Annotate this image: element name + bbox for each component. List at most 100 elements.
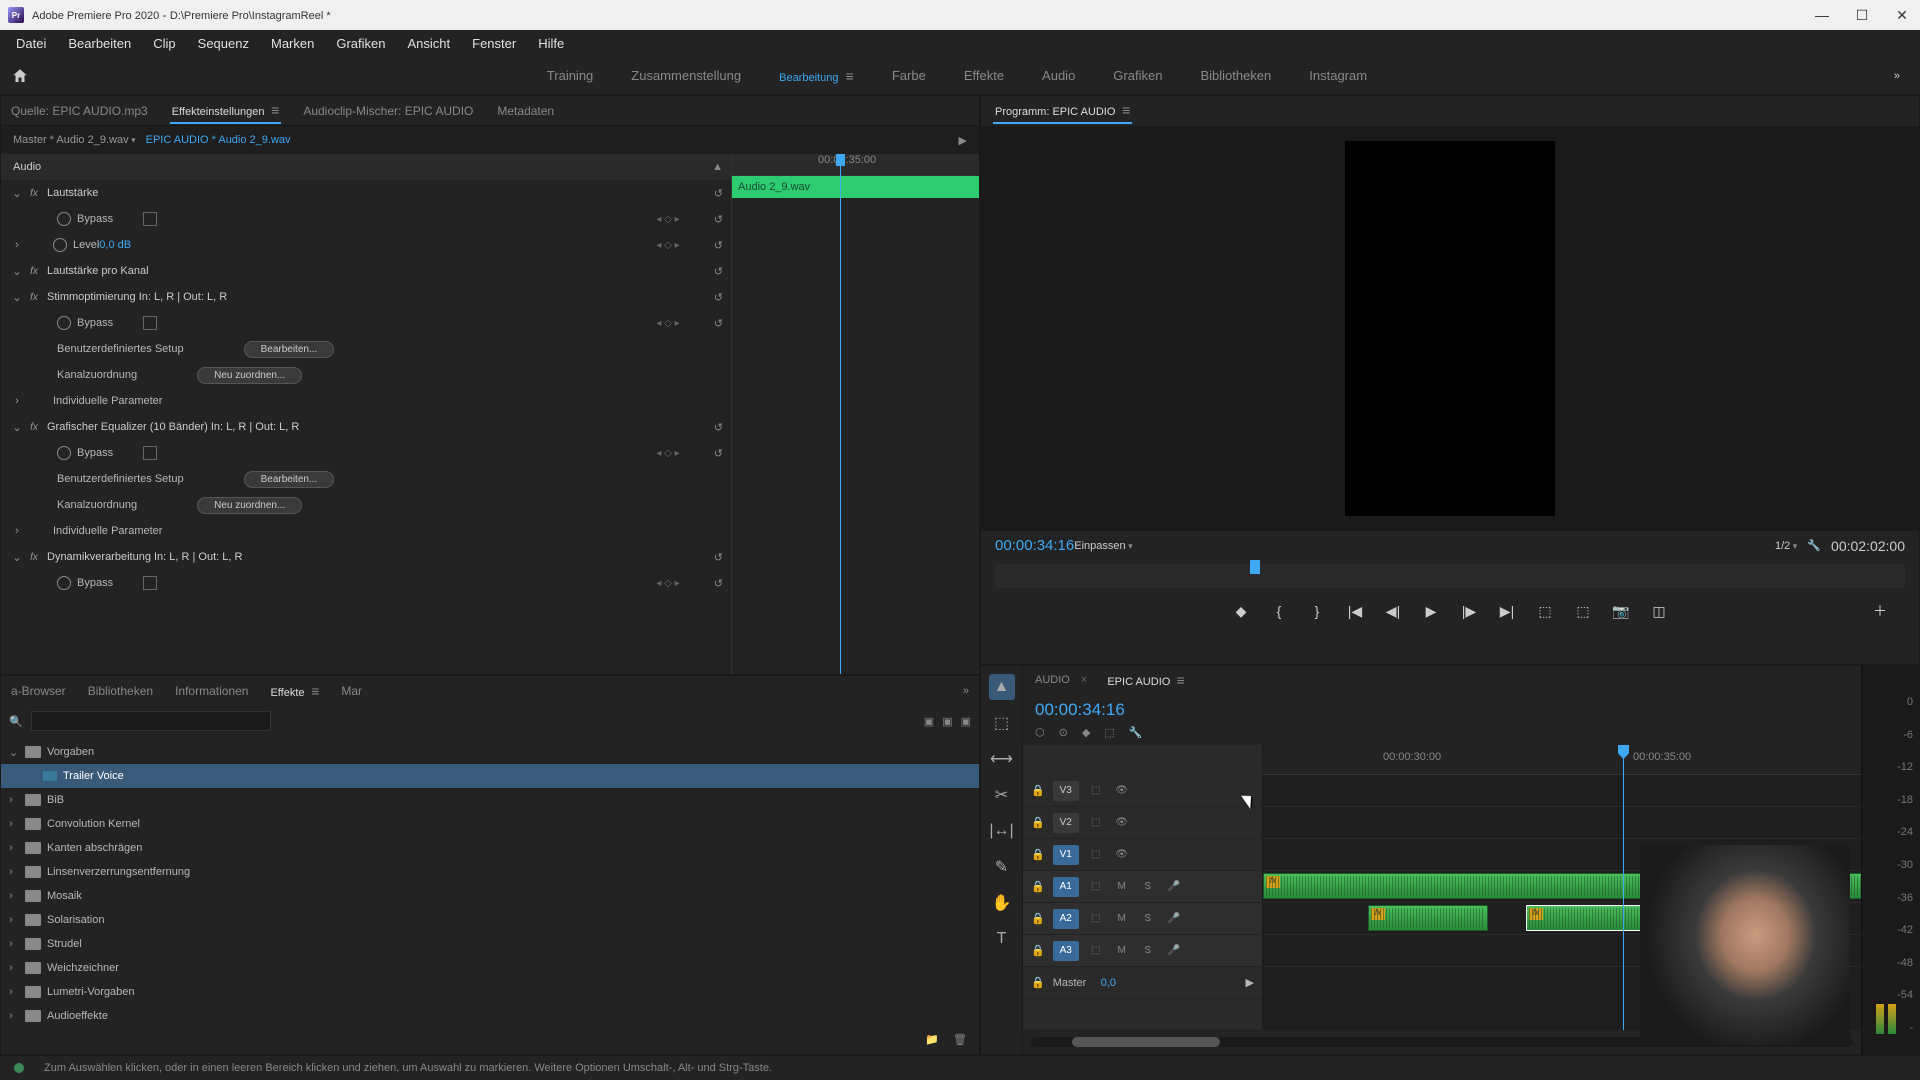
go-to-out-icon[interactable]: ▶| bbox=[1496, 600, 1518, 622]
fx-badge-icon[interactable]: fx bbox=[25, 552, 43, 563]
effect-group[interactable]: ⌄fxStimmoptimierung In: L, R | Out: L, R… bbox=[1, 284, 731, 310]
scrubber-playhead[interactable] bbox=[1250, 560, 1260, 574]
keyframe-nav[interactable]: ◂ ◇ ▸ bbox=[643, 318, 693, 329]
tree-item[interactable]: Trailer Voice bbox=[1, 764, 979, 788]
tab-program[interactable]: Programm: EPIC AUDIO ≡ bbox=[993, 98, 1132, 124]
workspace-instagram[interactable]: Instagram bbox=[1305, 60, 1371, 92]
fx-badge-icon[interactable]: fx bbox=[25, 266, 43, 277]
tree-item[interactable]: ›Strudel bbox=[1, 932, 979, 956]
twisty-icon[interactable]: › bbox=[9, 866, 25, 878]
bypass-checkbox[interactable] bbox=[143, 446, 157, 460]
workspace-training[interactable]: Training bbox=[543, 60, 597, 92]
bypass-checkbox[interactable] bbox=[143, 576, 157, 590]
sync-lock-icon[interactable]: ⬚ bbox=[1087, 910, 1105, 928]
tree-item[interactable]: ›Convolution Kernel bbox=[1, 812, 979, 836]
level-value[interactable]: 0,0 dB bbox=[99, 239, 219, 251]
ripple-edit-tool[interactable]: ⟷ bbox=[989, 746, 1015, 772]
reset-icon[interactable]: ↺ bbox=[693, 265, 723, 278]
track-header-master[interactable]: 🔒Master0,0▶ bbox=[1023, 967, 1262, 999]
stopwatch-icon[interactable] bbox=[57, 576, 71, 590]
tree-item[interactable]: ›Linsenverzerrungsentfernung bbox=[1, 860, 979, 884]
maximize-button[interactable]: ☐ bbox=[1852, 5, 1872, 25]
fx-badge-icon[interactable]: fx bbox=[25, 422, 43, 433]
edit-button[interactable]: Neu zuordnen... bbox=[197, 367, 302, 384]
collapse-icon[interactable]: ▲ bbox=[712, 161, 723, 173]
settings-icon[interactable]: ⬚ bbox=[1104, 726, 1114, 739]
razor-tool[interactable]: ✂ bbox=[989, 782, 1015, 808]
menu-grafiken[interactable]: Grafiken bbox=[326, 32, 395, 55]
effect-group[interactable]: ⌄fxGrafischer Equalizer (10 Bänder) In: … bbox=[1, 414, 731, 440]
program-viewer[interactable] bbox=[981, 126, 1919, 531]
marker-icon[interactable]: ◆ bbox=[1082, 726, 1090, 739]
twisty-icon[interactable]: › bbox=[9, 914, 25, 926]
track-header-a3[interactable]: 🔒A3⬚MS🎤 bbox=[1023, 935, 1262, 967]
mini-timeline-clip[interactable]: Audio 2_9.wav bbox=[732, 176, 979, 198]
minimize-button[interactable]: — bbox=[1812, 5, 1832, 25]
tree-item[interactable]: ›Kanten abschrägen bbox=[1, 836, 979, 860]
reset-icon[interactable]: ↺ bbox=[693, 551, 723, 564]
zoom-dropdown[interactable]: 1/2 bbox=[1775, 540, 1797, 552]
twisty-icon[interactable]: › bbox=[9, 395, 25, 407]
keyframe-nav[interactable]: ◂ ◇ ▸ bbox=[643, 214, 693, 225]
extract-icon[interactable]: ⬚ bbox=[1572, 600, 1594, 622]
menu-bearbeiten[interactable]: Bearbeiten bbox=[58, 32, 141, 55]
tree-item[interactable]: ›Solarisation bbox=[1, 908, 979, 932]
sync-lock-icon[interactable]: ⬚ bbox=[1087, 782, 1105, 800]
twisty-icon[interactable]: › bbox=[9, 962, 25, 974]
effect-group[interactable]: ⌄fxDynamikverarbeitung In: L, R | Out: L… bbox=[1, 544, 731, 570]
timeline-tab-audio[interactable]: AUDIO × bbox=[1035, 674, 1087, 686]
eye-icon[interactable]: 👁 bbox=[1113, 846, 1131, 864]
twisty-icon[interactable]: › bbox=[9, 1010, 25, 1022]
stopwatch-icon[interactable] bbox=[57, 212, 71, 226]
twisty-icon[interactable]: › bbox=[9, 842, 25, 854]
track-select-tool[interactable]: ⬚ bbox=[989, 710, 1015, 736]
twisty-icon[interactable]: › bbox=[9, 818, 25, 830]
solo-icon[interactable]: S bbox=[1139, 878, 1157, 896]
twisty-icon[interactable]: › bbox=[9, 938, 25, 950]
bypass-checkbox[interactable] bbox=[143, 212, 157, 226]
master-clip-selector[interactable]: Master * Audio 2_9.wav bbox=[13, 134, 136, 146]
mute-icon[interactable]: M bbox=[1113, 942, 1131, 960]
type-tool[interactable]: T bbox=[989, 926, 1015, 952]
audio-clip-a2-1[interactable]: fx bbox=[1368, 905, 1488, 931]
linked-selection-icon[interactable]: ⊙ bbox=[1059, 726, 1068, 739]
track-v2[interactable] bbox=[1263, 807, 1861, 839]
hand-tool[interactable]: ✋ bbox=[989, 890, 1015, 916]
fit-dropdown[interactable]: Einpassen bbox=[1074, 540, 1132, 552]
twisty-icon[interactable]: ⌄ bbox=[9, 551, 25, 564]
workspace-overflow-icon[interactable]: » bbox=[1874, 70, 1920, 82]
eye-icon[interactable]: 👁 bbox=[1113, 814, 1131, 832]
stopwatch-icon[interactable] bbox=[57, 446, 71, 460]
tab-bibliotheken[interactable]: Bibliotheken bbox=[88, 684, 153, 698]
timeline-menu-icon[interactable]: ≡ bbox=[1176, 672, 1184, 688]
home-icon[interactable] bbox=[0, 57, 40, 95]
timeline-playhead[interactable] bbox=[1623, 745, 1624, 1030]
mark-in-icon[interactable]: { bbox=[1268, 600, 1290, 622]
menu-ansicht[interactable]: Ansicht bbox=[397, 32, 460, 55]
program-menu-icon[interactable]: ≡ bbox=[1122, 102, 1130, 118]
tabs-overflow-icon[interactable]: » bbox=[963, 685, 969, 697]
search-icon[interactable]: 🔍 bbox=[9, 715, 23, 728]
play-only-icon[interactable]: ▶ bbox=[959, 134, 967, 147]
tab-metadata[interactable]: Metadaten bbox=[495, 100, 556, 122]
twisty-icon[interactable]: ⌄ bbox=[9, 421, 25, 434]
eye-icon[interactable]: 👁 bbox=[1113, 782, 1131, 800]
reset-icon[interactable]: ↺ bbox=[693, 447, 723, 460]
twisty-icon[interactable]: › bbox=[9, 794, 25, 806]
reset-icon[interactable]: ↺ bbox=[693, 187, 723, 200]
lock-icon[interactable]: 🔒 bbox=[1031, 880, 1045, 893]
sync-lock-icon[interactable]: ⬚ bbox=[1087, 942, 1105, 960]
close-button[interactable]: ✕ bbox=[1892, 5, 1912, 25]
track-header-a1[interactable]: 🔒A1⬚MS🎤 bbox=[1023, 871, 1262, 903]
workspace-audio[interactable]: Audio bbox=[1038, 60, 1079, 92]
filter-badge-icon-3[interactable]: ▣ bbox=[961, 715, 971, 728]
zoom-scroll-thumb[interactable] bbox=[1072, 1037, 1220, 1047]
twisty-icon[interactable]: ⌄ bbox=[9, 291, 25, 304]
pen-tool[interactable]: ✎ bbox=[989, 854, 1015, 880]
fx-badge-icon[interactable]: fx bbox=[25, 292, 43, 303]
voice-over-icon[interactable]: 🎤 bbox=[1165, 942, 1183, 960]
slip-tool[interactable]: |↔| bbox=[989, 818, 1015, 844]
filter-badge-icon-2[interactable]: ▣ bbox=[942, 715, 952, 728]
reset-icon[interactable]: ↺ bbox=[693, 291, 723, 304]
effects-search-input[interactable] bbox=[31, 711, 271, 731]
